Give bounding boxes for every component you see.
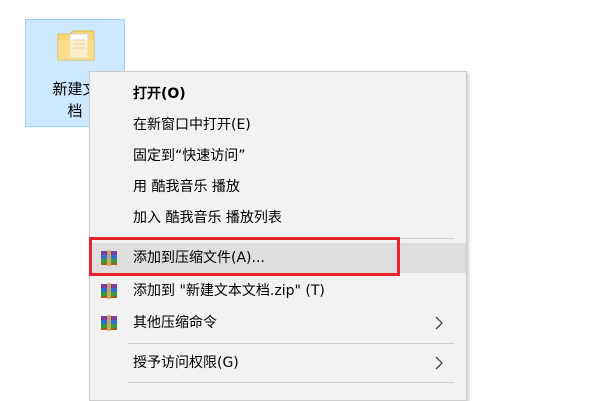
text-document-icon bbox=[57, 30, 95, 61]
winrar-archive-icon bbox=[101, 315, 117, 331]
menu-item-open-new-window[interactable]: 在新窗口中打开(E) bbox=[90, 110, 466, 140]
menu-item-other-compress[interactable]: 其他压缩命令 bbox=[90, 308, 466, 338]
menu-item-add-to-zip[interactable]: 添加到 "新建文本文档.zip" (T) bbox=[90, 276, 466, 306]
menu-item-label: 授予访问权限(G) bbox=[133, 355, 239, 371]
menu-separator bbox=[128, 382, 454, 383]
winrar-archive-icon bbox=[101, 250, 117, 266]
winrar-archive-icon bbox=[101, 283, 117, 299]
menu-item-label: 其他压缩命令 bbox=[133, 315, 217, 331]
menu-item-label: 在新窗口中打开(E) bbox=[133, 117, 251, 133]
context-menu: 打开(O) 在新窗口中打开(E) 固定到“快速访问” 用 酷我音乐 播放 加入 … bbox=[89, 71, 467, 401]
menu-item-add-to-archive[interactable]: 添加到压缩文件(A)... bbox=[90, 243, 466, 273]
menu-separator bbox=[128, 343, 454, 344]
menu-item-grant-access[interactable]: 授予访问权限(G) bbox=[90, 348, 466, 378]
menu-item-label: 用 酷我音乐 播放 bbox=[133, 179, 240, 195]
menu-item-add-to-playlist[interactable]: 加入 酷我音乐 播放列表 bbox=[90, 203, 466, 233]
menu-item-label: 添加到压缩文件(A)... bbox=[133, 250, 265, 266]
menu-item-play-kuwo[interactable]: 用 酷我音乐 播放 bbox=[90, 172, 466, 202]
menu-item-label: 加入 酷我音乐 播放列表 bbox=[133, 210, 282, 226]
menu-item-label: 添加到 "新建文本文档.zip" (T) bbox=[133, 283, 325, 299]
menu-item-open[interactable]: 打开(O) bbox=[90, 79, 466, 109]
menu-separator bbox=[128, 238, 454, 239]
chevron-right-icon bbox=[435, 356, 443, 370]
menu-item-label: 打开(O) bbox=[133, 86, 186, 102]
menu-item-label: 固定到“快速访问” bbox=[133, 148, 246, 164]
chevron-right-icon bbox=[435, 316, 443, 330]
menu-item-pin-quick-access[interactable]: 固定到“快速访问” bbox=[90, 141, 466, 171]
